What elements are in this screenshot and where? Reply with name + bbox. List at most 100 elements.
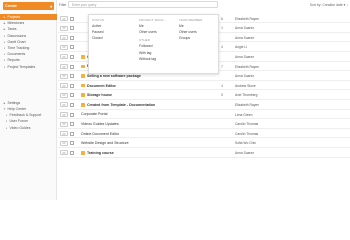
row-checkbox[interactable] bbox=[70, 131, 74, 136]
row-checkbox[interactable] bbox=[70, 83, 74, 88]
sidebar-item-label: Milestones bbox=[7, 21, 25, 26]
sidebar-item-label: Time Tracking bbox=[7, 46, 30, 51]
sidebar-item-label: Discussions bbox=[7, 33, 27, 38]
gantt-icon: ▪ bbox=[3, 39, 6, 44]
row-menu-button[interactable]: ≡▾ bbox=[60, 25, 68, 31]
project-title[interactable]: Created from Template - Documentation bbox=[87, 103, 155, 107]
row-checkbox[interactable] bbox=[70, 64, 74, 69]
sidebar-item-label: Tasks bbox=[7, 27, 17, 32]
project-manager[interactable]: Axel Thornberg bbox=[235, 93, 257, 97]
table-row[interactable]: ≡▾ Website Design and Structure Sofia Wo C… bbox=[58, 139, 350, 148]
team-member-heading: TEAM MEMBER bbox=[179, 18, 203, 22]
project-title[interactable]: Storage house bbox=[87, 93, 112, 97]
table-row[interactable]: ≡▾ Videos Guides Updates Carolin Thomas bbox=[58, 120, 350, 129]
row-menu-button[interactable]: ≡▾ bbox=[60, 64, 68, 69]
row-menu-button[interactable]: ≡▾ bbox=[60, 140, 68, 146]
sidebar-nav: ▸ Projects ▸ Milestones ▸ Tasks ▪ Discussions ▪ G… bbox=[0, 14, 57, 131]
row-checkbox[interactable] bbox=[70, 16, 74, 21]
table-row[interactable]: ≡▾ Document Editor 4 Andrew Stone bbox=[58, 81, 350, 91]
row-checkbox[interactable] bbox=[70, 45, 74, 50]
task-count: 5 bbox=[221, 93, 223, 98]
row-checkbox[interactable] bbox=[70, 122, 74, 127]
clock-icon: ▪ bbox=[3, 46, 6, 51]
row-menu-button[interactable]: ≡▾ bbox=[60, 35, 68, 41]
row-menu-button[interactable]: ≡▾ bbox=[60, 131, 68, 137]
row-checkbox[interactable] bbox=[70, 112, 74, 117]
filter-option[interactable]: Without tag bbox=[139, 57, 166, 63]
project-title[interactable]: Website Design and Structure bbox=[81, 141, 129, 145]
folder-icon bbox=[81, 102, 85, 107]
create-label: Create bbox=[5, 4, 17, 8]
forum-icon: ▪ bbox=[5, 119, 8, 124]
row-menu-button[interactable]: ≡▾ bbox=[60, 112, 68, 117]
sidebar-item-video-guides[interactable]: ▪ Video Guides bbox=[0, 124, 57, 130]
table-row[interactable]: ≡▾ Created from Template - Documentation E… bbox=[58, 100, 350, 110]
project-manager[interactable]: Andrew Stone bbox=[235, 84, 256, 88]
sidebar-item-label: User Forum bbox=[9, 119, 28, 124]
row-menu-button[interactable]: ≡▾ bbox=[60, 92, 68, 98]
project-manager[interactable]: Anna Suarez bbox=[235, 26, 254, 30]
project-title[interactable]: Online Document Editor bbox=[81, 132, 119, 136]
sidebar-item-label: Settings bbox=[7, 100, 21, 105]
row-checkbox[interactable] bbox=[70, 141, 74, 146]
sidebar-item-label: Reports bbox=[7, 58, 20, 63]
row-menu-button[interactable]: ≡▾ bbox=[60, 44, 68, 50]
row-menu-button[interactable]: ≡▾ bbox=[60, 121, 68, 127]
flag-icon: ▸ bbox=[3, 21, 6, 26]
status-heading: STATUS bbox=[92, 18, 104, 22]
row-menu-button[interactable]: ≡▾ bbox=[60, 83, 68, 89]
status-column: STATUS Active Paused Closed bbox=[92, 18, 104, 43]
project-manager[interactable]: Angie Li bbox=[235, 45, 247, 49]
project-manager-heading: PROJECT MANA... bbox=[139, 18, 167, 22]
chat-icon: ▪ bbox=[3, 33, 6, 38]
project-manager[interactable]: Carolin Thomas bbox=[235, 132, 258, 136]
project-manager[interactable]: Sofia Wo Chin bbox=[235, 141, 256, 145]
table-row[interactable]: ≡▾ Storage house 5 Axel Thornberg bbox=[58, 91, 350, 100]
row-checkbox[interactable] bbox=[70, 35, 74, 40]
table-row[interactable]: ≡▾ Online Document Editor Carolin Thomas bbox=[58, 129, 350, 139]
create-button[interactable]: Create ▾ bbox=[3, 2, 54, 10]
filter-option[interactable]: Other users bbox=[139, 30, 166, 36]
project-manager[interactable]: Elizabeth Rayen bbox=[235, 103, 259, 107]
project-title[interactable]: Selling a new software package bbox=[87, 74, 141, 78]
feedback-icon: ▪ bbox=[5, 113, 8, 118]
row-checkbox[interactable] bbox=[70, 26, 74, 31]
chevron-down-icon: ▾ bbox=[50, 4, 52, 9]
row-menu-button[interactable]: ≡▾ bbox=[60, 16, 68, 21]
document-icon: ▪ bbox=[3, 52, 6, 57]
row-menu-button[interactable]: ≡▾ bbox=[60, 54, 68, 60]
project-manager[interactable]: Lena Green bbox=[235, 113, 252, 117]
sort-by-control[interactable]: Sort by: Creation date ▾ ↓ bbox=[310, 3, 348, 7]
folder-icon bbox=[81, 64, 85, 69]
filter-option[interactable]: Closed bbox=[92, 36, 104, 42]
row-checkbox[interactable] bbox=[70, 93, 74, 98]
sidebar-item-label: Documents bbox=[7, 52, 26, 57]
filter-input[interactable]: Enter your query bbox=[68, 1, 218, 8]
project-manager[interactable]: Elizabeth Rayen bbox=[235, 65, 259, 69]
folder-icon: ▸ bbox=[3, 15, 6, 20]
project-manager[interactable]: Anna Suarez bbox=[235, 74, 254, 78]
row-checkbox[interactable] bbox=[70, 74, 74, 79]
row-menu-button[interactable]: ≡▾ bbox=[60, 102, 68, 108]
project-title[interactable]: Corporate Portal bbox=[81, 112, 107, 116]
filter-option[interactable]: Groups bbox=[179, 36, 202, 42]
project-title[interactable]: Training course bbox=[87, 151, 114, 155]
sidebar-item-label: Video Guides bbox=[9, 125, 31, 130]
project-manager[interactable]: Anna Suarez bbox=[235, 55, 254, 59]
project-manager[interactable]: Carolin Thomas bbox=[235, 122, 258, 126]
table-row[interactable]: ≡▾ Corporate Portal Lena Green bbox=[58, 110, 350, 120]
sidebar-item-label: Gantt Chart bbox=[7, 39, 26, 44]
gear-icon: ▸ bbox=[3, 100, 6, 105]
project-title[interactable]: Document Editor bbox=[87, 84, 116, 88]
project-manager[interactable]: Elizabeth Rayen bbox=[235, 17, 259, 21]
row-checkbox[interactable] bbox=[70, 150, 74, 155]
row-checkbox[interactable] bbox=[70, 54, 74, 59]
table-row[interactable]: ≡▾ Training course Anna Suarez bbox=[58, 148, 350, 158]
video-icon: ▪ bbox=[5, 125, 8, 130]
row-menu-button[interactable]: ≡▾ bbox=[60, 150, 68, 156]
project-manager[interactable]: Anna Suarez bbox=[235, 36, 254, 40]
row-checkbox[interactable] bbox=[70, 102, 74, 107]
project-title[interactable]: Videos Guides Updates bbox=[81, 122, 119, 126]
project-manager[interactable]: Anna Suarez bbox=[235, 151, 254, 155]
row-menu-button[interactable]: ≡▾ bbox=[60, 73, 68, 79]
